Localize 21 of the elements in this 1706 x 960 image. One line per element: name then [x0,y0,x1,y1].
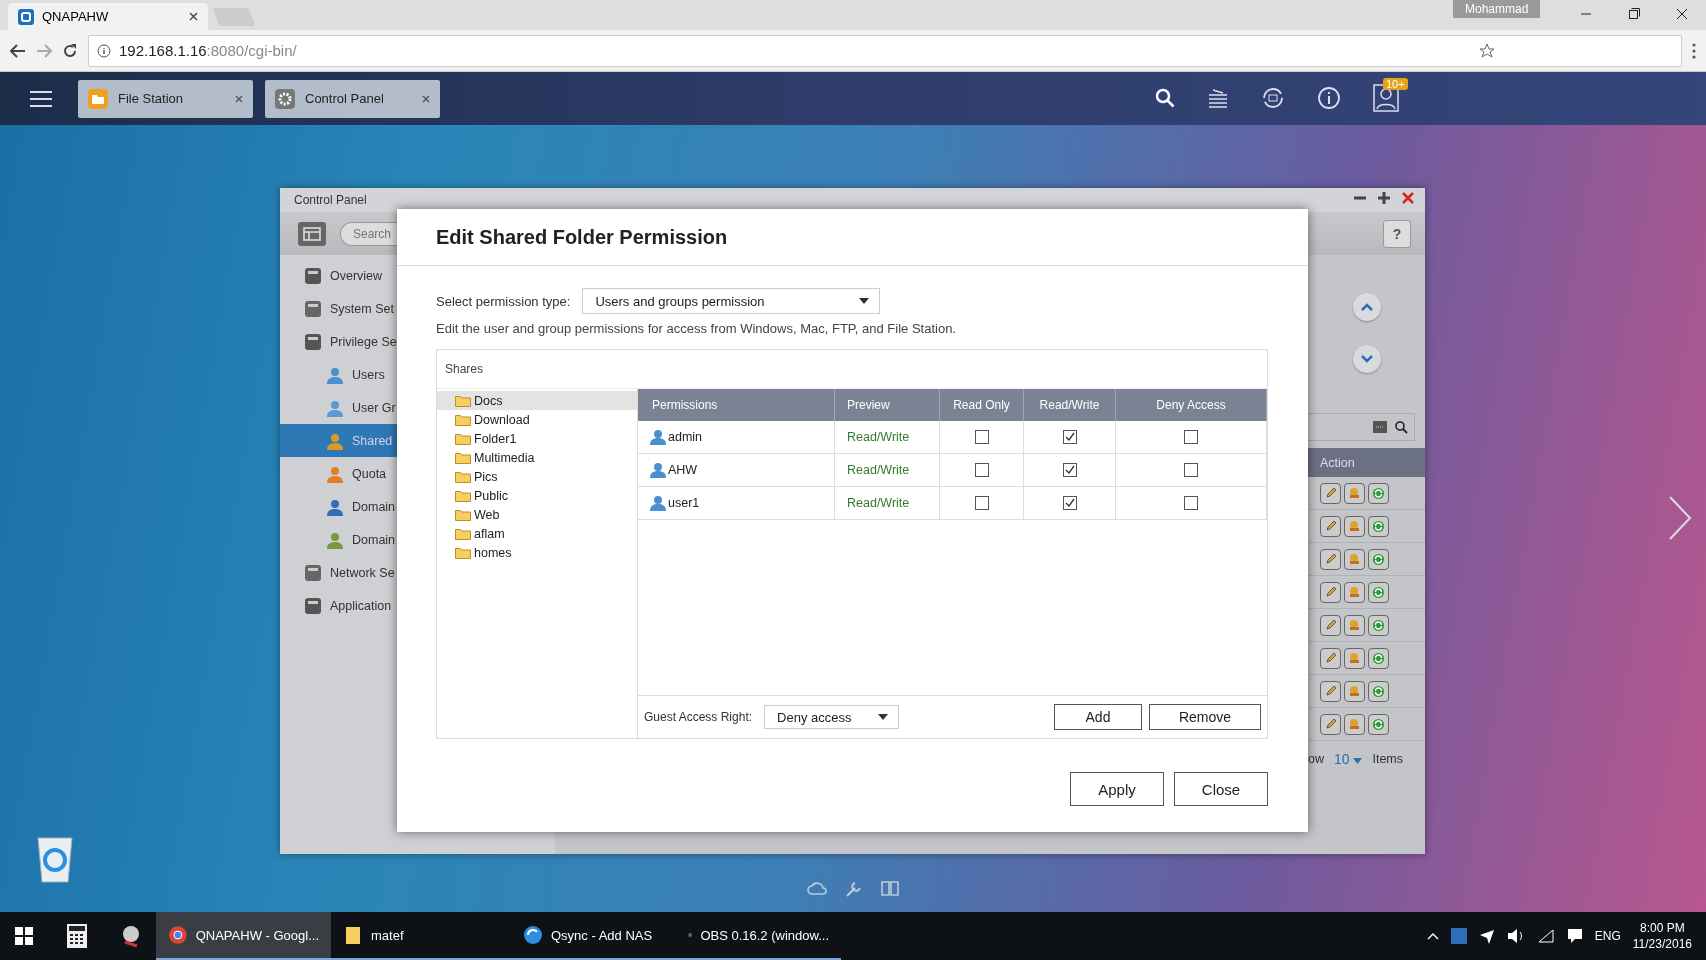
guest-access-label: Guest Access Right: [644,710,753,724]
user-cell: admin [638,421,835,453]
permission-type-label: Select permission type: [436,293,571,309]
preview-cell: Read/Write [835,421,940,453]
column-header: Deny Access [1116,389,1267,421]
user-cell: AHW [638,454,835,486]
user-cell: user1 [638,487,835,519]
dialog-title: Edit Shared Folder Permission [436,225,728,249]
preview-cell: Read/Write [835,454,940,486]
column-header: Read/Write [1024,389,1116,421]
items-label: Items [1372,752,1403,766]
show-label: ow [1308,752,1324,766]
column-header: Preview [835,389,940,421]
notification-badge: 10+ [1383,78,1408,90]
window-title: Control Panel [294,193,367,207]
column-header: Action [1308,448,1425,477]
description-text: Edit the user and group permissions for access from Windows, Mac, FTP, and File Station. [436,321,957,336]
panel-title: Shares [445,362,484,376]
column-header: Permissions [638,389,835,421]
column-header: Read Only [940,389,1024,421]
preview-cell: Read/Write [835,487,940,519]
